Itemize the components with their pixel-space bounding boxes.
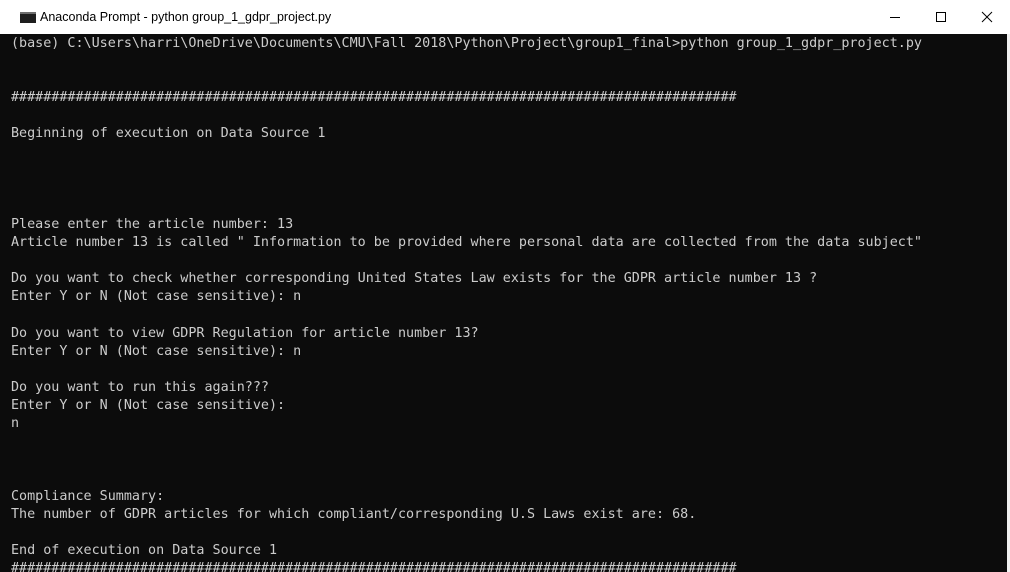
- command-line: (base) C:\Users\harri\OneDrive\Documents…: [11, 36, 922, 51]
- close-button[interactable]: [964, 0, 1010, 34]
- run-again-answer-line: n: [11, 416, 20, 431]
- run-again-question-line: Do you want to run this again???: [11, 380, 269, 395]
- maximize-icon: [936, 12, 946, 22]
- window-title: Anaconda Prompt - python group_1_gdpr_pr…: [40, 10, 332, 24]
- minimize-button[interactable]: [872, 0, 918, 34]
- console-output[interactable]: (base) C:\Users\harri\OneDrive\Documents…: [0, 34, 1007, 572]
- execution-end-line: End of execution on Data Source 1: [11, 543, 278, 558]
- terminal-window: Anaconda Prompt - python group_1_gdpr_pr…: [0, 0, 1010, 572]
- article-name-line: Article number 13 is called " Informatio…: [11, 235, 922, 250]
- execution-start-line: Beginning of execution on Data Source 1: [11, 126, 326, 141]
- title-bar[interactable]: Anaconda Prompt - python group_1_gdpr_pr…: [0, 0, 1010, 34]
- maximize-button[interactable]: [918, 0, 964, 34]
- close-icon: [981, 11, 993, 23]
- separator-line: ########################################…: [11, 561, 737, 572]
- regulation-answer-line: Enter Y or N (Not case sensitive): n: [11, 344, 302, 359]
- summary-result-line: The number of GDPR articles for which co…: [11, 507, 697, 522]
- separator-line: ########################################…: [11, 90, 737, 105]
- console-app-icon: [20, 11, 36, 23]
- summary-heading-line: Compliance Summary:: [11, 489, 165, 504]
- window-controls: [872, 0, 1010, 34]
- us-law-answer-line: Enter Y or N (Not case sensitive): n: [11, 289, 302, 304]
- article-prompt-line: Please enter the article number: 13: [11, 217, 294, 232]
- regulation-question-line: Do you want to view GDPR Regulation for …: [11, 326, 479, 341]
- minimize-icon: [890, 17, 900, 18]
- us-law-question-line: Do you want to check whether correspondi…: [11, 271, 818, 286]
- run-again-prompt-line: Enter Y or N (Not case sensitive):: [11, 398, 286, 413]
